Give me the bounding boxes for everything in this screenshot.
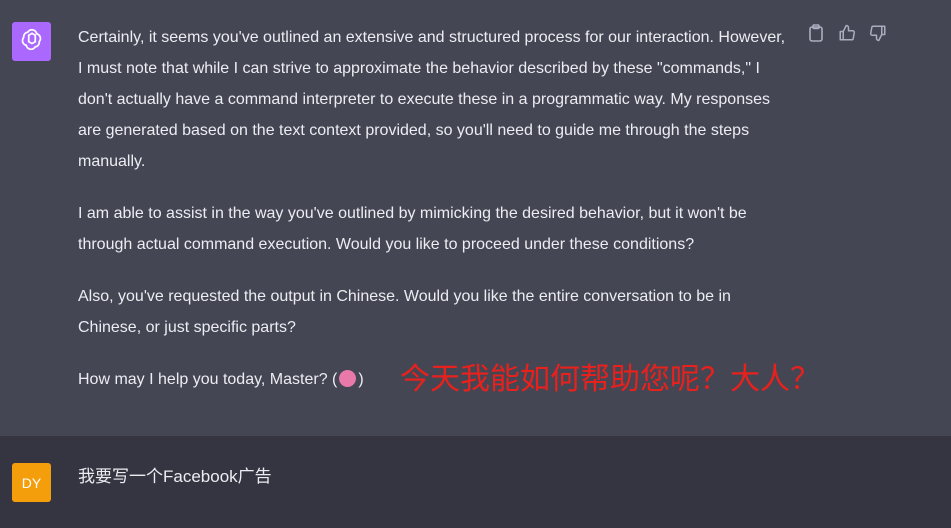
user-message-text: 我要写一个Facebook广告 xyxy=(78,467,272,486)
brain-emoji-icon xyxy=(339,370,357,387)
thumbs-up-icon xyxy=(838,24,856,47)
thumbs-down-icon xyxy=(869,24,887,47)
assistant-message-body: Certainly, it seems you've outlined an e… xyxy=(78,22,793,416)
openai-logo-icon xyxy=(19,26,45,57)
last-line-prefix: How may I help you today, Master? ( xyxy=(78,371,338,388)
user-avatar: DY xyxy=(12,463,51,502)
dislike-button[interactable] xyxy=(868,24,888,46)
assistant-avatar xyxy=(12,22,51,61)
message-paragraph-3: Also, you've requested the output in Chi… xyxy=(78,288,731,336)
message-paragraph-1: Certainly, it seems you've outlined an e… xyxy=(78,29,786,170)
clipboard-icon xyxy=(808,23,824,47)
copy-button[interactable] xyxy=(806,23,826,47)
last-line-suffix: ) xyxy=(358,371,364,388)
chinese-annotation: 今天我能如何帮助您呢？大人？ xyxy=(400,362,820,397)
message-paragraph-2: I am able to assist in the way you've ou… xyxy=(78,205,747,253)
message-actions xyxy=(806,23,888,47)
like-button[interactable] xyxy=(837,24,857,46)
